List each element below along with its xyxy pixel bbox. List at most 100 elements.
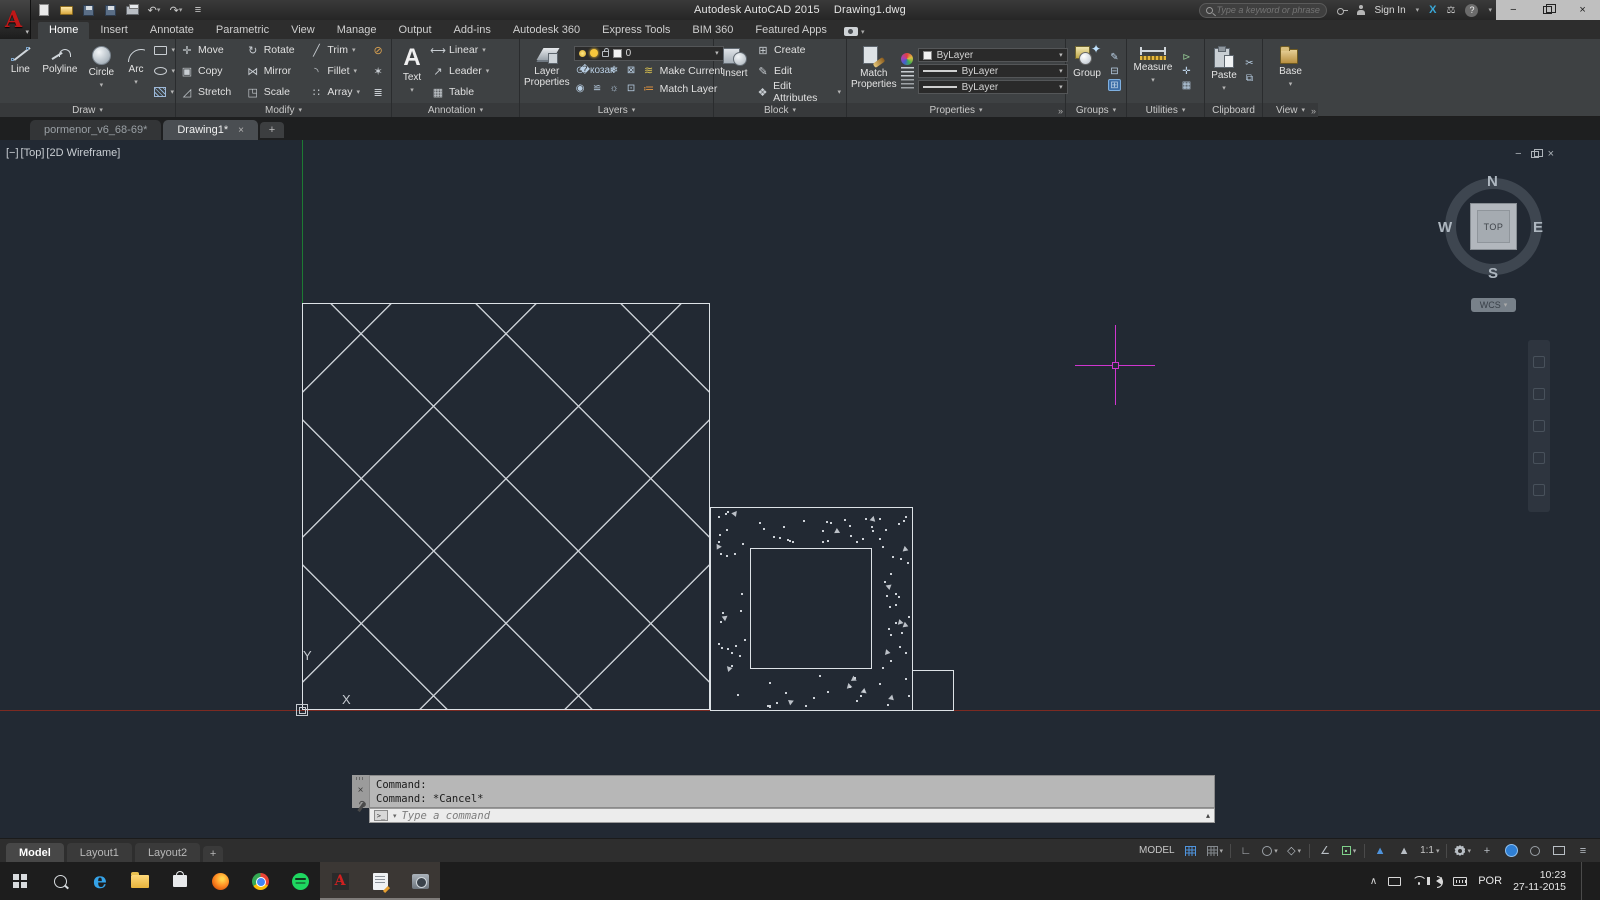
command-input-placeholder[interactable]: Type a command	[402, 810, 1201, 822]
group-button[interactable]: ✦ Group	[1069, 41, 1105, 101]
paste-button[interactable]: Paste ▾	[1209, 41, 1239, 101]
insert-block-button[interactable]: Insert	[719, 41, 751, 101]
layer-unlock-button[interactable]: ⊡	[625, 83, 638, 95]
command-window-grip[interactable]: ×	[352, 775, 369, 808]
orbit-icon[interactable]	[1533, 452, 1545, 464]
tab-view[interactable]: View	[280, 22, 326, 39]
clean-screen-toggle[interactable]	[1548, 841, 1570, 861]
drawing-tab-pormenor[interactable]: pormenor_v6_68-69*	[30, 120, 162, 140]
autodesk-360-icon[interactable]: ⚖	[1447, 5, 1456, 16]
layer-thaw-button[interactable]: ☼	[608, 83, 621, 95]
layer-properties-button[interactable]: Layer Properties	[524, 41, 570, 101]
layer-isolate-button[interactable]: �козак	[580, 65, 615, 77]
ellipse-button[interactable]: ▾	[154, 62, 175, 80]
application-menu-button[interactable]: A ▾	[0, 0, 31, 39]
grid-toggle[interactable]	[1180, 841, 1202, 861]
graphics-performance-toggle[interactable]	[1500, 841, 1522, 861]
workspace-switching-control[interactable]: ▾	[1451, 841, 1474, 861]
concrete-inner-square[interactable]	[750, 548, 872, 669]
tab-home[interactable]: Home	[38, 22, 90, 39]
close-button[interactable]: ×	[1571, 2, 1595, 18]
make-current-button[interactable]: ≋ Make Current	[642, 62, 723, 80]
annotation-monitor-toggle[interactable]: +	[1476, 841, 1498, 861]
firefox-button[interactable]	[200, 862, 240, 900]
drawing-tab-drawing1[interactable]: Drawing1* ×	[163, 120, 258, 140]
object-snap-toggle[interactable]: ▾	[1338, 841, 1360, 861]
help-button[interactable]: ?	[1465, 3, 1479, 17]
panel-modify-title[interactable]: Modify ▾	[176, 103, 391, 117]
steering-wheel-icon[interactable]	[1533, 356, 1545, 368]
properties-dialog-launcher[interactable]: »	[1058, 106, 1063, 116]
tab-parametric[interactable]: Parametric	[205, 22, 280, 39]
viewport-view-control[interactable]: [Top]	[21, 147, 45, 159]
viewcube-south[interactable]: S	[1488, 265, 1498, 282]
search-button[interactable]	[40, 862, 80, 900]
open-document-app-button[interactable]	[360, 862, 400, 900]
annotation-scale-control[interactable]: 1:1 ▾	[1417, 841, 1442, 861]
edit-attributes-button[interactable]: ❖ Edit Attributes ▾	[756, 80, 841, 104]
doc-close-button[interactable]: ×	[1548, 148, 1554, 160]
polar-tracking-toggle[interactable]: ▾	[1259, 841, 1281, 861]
hatched-square-geometry[interactable]	[302, 303, 710, 710]
offset-button[interactable]: ≣	[371, 83, 387, 101]
group-edit-button[interactable]: ⊟	[1108, 65, 1121, 77]
tab-output[interactable]: Output	[388, 22, 443, 39]
search-input[interactable]	[1216, 5, 1320, 15]
tab-featured-apps[interactable]: Featured Apps	[744, 22, 838, 39]
mirror-button[interactable]: ⋈ Mirror	[246, 62, 310, 80]
base-view-button[interactable]: Base ▾	[1274, 41, 1308, 101]
layer-freeze-button[interactable]: ❄	[608, 65, 621, 77]
command-customize-wrench-icon[interactable]	[356, 802, 366, 808]
model-tab[interactable]: Model	[6, 843, 64, 862]
touch-keyboard-icon[interactable]	[1453, 876, 1468, 886]
navigation-bar[interactable]	[1528, 340, 1550, 512]
viewport-visual-style-control[interactable]: [2D Wireframe]	[46, 147, 120, 159]
edge-browser-button[interactable]: e	[80, 862, 120, 900]
fillet-button[interactable]: ◝ Fillet ▾	[309, 62, 371, 80]
object-color-combo[interactable]: ByLayer ▾	[917, 48, 1068, 62]
circle-button[interactable]: Circle ▾	[83, 41, 120, 101]
copy-button[interactable]: ▣ Copy	[180, 62, 246, 80]
viewport-menu-control[interactable]: [−]	[6, 147, 19, 159]
table-button[interactable]: ▦ Table	[431, 83, 489, 101]
model-space-badge[interactable]: MODEL	[1136, 841, 1178, 861]
command-close-button[interactable]: ×	[358, 785, 364, 796]
ribbon-display-toggle[interactable]: ▾	[843, 27, 864, 39]
panel-view-title[interactable]: View ▾ »	[1263, 103, 1318, 117]
command-recent-caret[interactable]: ▾	[393, 812, 397, 820]
layer-unisolate-button[interactable]: ≌	[591, 83, 604, 95]
layer-selector-combo[interactable]: 0 ▾	[573, 45, 724, 61]
tab-manage[interactable]: Manage	[326, 22, 388, 39]
small-rectangle-geometry[interactable]	[912, 670, 954, 711]
isolate-objects-toggle[interactable]	[1524, 841, 1546, 861]
command-input-row[interactable]: >_ ▾ Type a command ▴	[369, 808, 1215, 823]
command-history[interactable]: Command: Command: *Cancel*	[369, 775, 1215, 808]
quick-select-button[interactable]: ⊳	[1180, 51, 1193, 63]
annotation-visibility-toggle[interactable]: ▲	[1369, 841, 1391, 861]
linear-dimension-button[interactable]: ⟷ Linear ▾	[430, 41, 489, 59]
command-expand-button[interactable]: ▴	[1206, 811, 1210, 820]
pan-icon[interactable]	[1533, 388, 1545, 400]
minimize-button[interactable]: −	[1501, 2, 1525, 18]
panel-block-title[interactable]: Block ▾	[714, 103, 846, 117]
panel-draw-title[interactable]: Draw ▾	[0, 103, 175, 117]
viewcube-west[interactable]: W	[1438, 219, 1452, 236]
object-snap-tracking-toggle[interactable]: ∠	[1314, 841, 1336, 861]
layout1-tab[interactable]: Layout1	[66, 843, 132, 862]
tab-express-tools[interactable]: Express Tools	[591, 22, 681, 39]
sign-in-button[interactable]: Sign In	[1375, 5, 1406, 16]
rectangle-button[interactable]: ▾	[154, 41, 175, 59]
chrome-button[interactable]	[240, 862, 280, 900]
annotation-autoscale-toggle[interactable]: ▲	[1393, 841, 1415, 861]
file-explorer-button[interactable]	[120, 862, 160, 900]
layer-on-button[interactable]: ◉	[574, 83, 587, 95]
linetype-combo[interactable]: ByLayer ▾	[917, 80, 1068, 94]
autocad-taskbar-button[interactable]: A	[320, 862, 360, 900]
trim-button[interactable]: ╱ Trim ▾	[309, 41, 371, 59]
layer-lock-button[interactable]: ⊠	[625, 65, 638, 77]
new-drawing-tab-button[interactable]: +	[259, 122, 284, 138]
viewcube-top-face[interactable]: TOP	[1470, 203, 1517, 250]
snap-toggle[interactable]: ▾	[1204, 841, 1227, 861]
sign-in-caret[interactable]: ▾	[1416, 6, 1420, 14]
text-button[interactable]: A Text ▾	[397, 41, 427, 101]
